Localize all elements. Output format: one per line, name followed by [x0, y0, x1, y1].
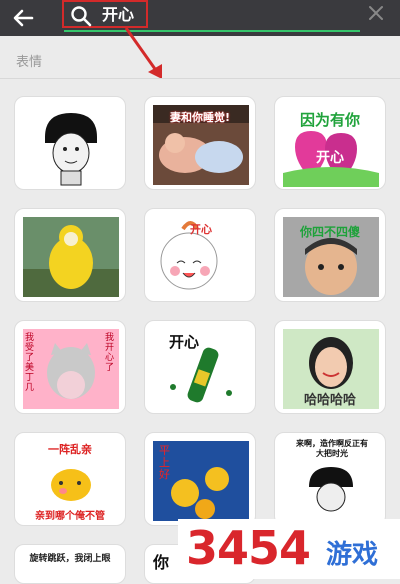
- sticker-caption: 开心: [316, 150, 344, 166]
- annotation-arrow-icon: [120, 24, 180, 84]
- sticker-caption: 妻和你睡觉!: [169, 111, 231, 124]
- sticker-caption: 你四不四傻: [299, 225, 360, 239]
- sticker-caption: 开心: [190, 223, 212, 236]
- back-arrow-icon[interactable]: [10, 6, 36, 30]
- sticker-caption: 哈哈哈哈: [303, 393, 356, 408]
- divider: [0, 78, 400, 79]
- sticker-caption: 平上好: [159, 444, 170, 481]
- sticker-caption: 你: [153, 553, 170, 572]
- watermark-text: 游戏: [326, 540, 379, 570]
- sticker-caption: 开心: [168, 333, 199, 351]
- sticker-tile[interactable]: 哈哈哈哈: [274, 320, 386, 414]
- sticker-caption: 因为有你: [299, 111, 360, 129]
- sticker-tile[interactable]: 平上好: [144, 432, 256, 526]
- sticker-tile[interactable]: [14, 96, 126, 190]
- sticker-caption: 我受了美丁几: [25, 333, 35, 393]
- search-underline: [64, 30, 360, 32]
- sticker-tile[interactable]: 你四不四傻: [274, 208, 386, 302]
- clear-icon[interactable]: [366, 3, 386, 23]
- sticker-caption: 旋转跳跃，我闭上眼: [29, 554, 111, 564]
- sticker-tile[interactable]: 开心: [144, 320, 256, 414]
- sticker-tile[interactable]: 我受了美丁几 我开心了: [14, 320, 126, 414]
- search-icon: [70, 5, 92, 27]
- sticker-tile[interactable]: 因为有你 开心: [274, 96, 386, 190]
- watermark-logo: 3454 游戏: [178, 519, 400, 579]
- sticker-tile[interactable]: [14, 208, 126, 302]
- sticker-tile[interactable]: 一阵乱亲 亲到哪个俺不管: [14, 432, 126, 526]
- sticker-tile[interactable]: 来啊，造作啊反正有大把时光: [274, 432, 386, 526]
- sticker-caption: 来啊，造作啊反正有大把时光: [296, 439, 368, 458]
- section-title: 表情: [16, 55, 43, 70]
- sticker-caption: 我开心了: [105, 333, 115, 373]
- sticker-tile[interactable]: 妻和你睡觉!: [144, 96, 256, 190]
- sticker-tile[interactable]: 旋转跳跃，我闭上眼: [14, 544, 126, 584]
- sticker-caption: 一阵乱亲: [48, 443, 92, 456]
- top-bar: 开心: [0, 0, 400, 36]
- watermark-digits: 3454: [186, 521, 311, 575]
- sticker-tile[interactable]: 开心: [144, 208, 256, 302]
- sticker-caption: 亲到哪个俺不管: [35, 511, 105, 522]
